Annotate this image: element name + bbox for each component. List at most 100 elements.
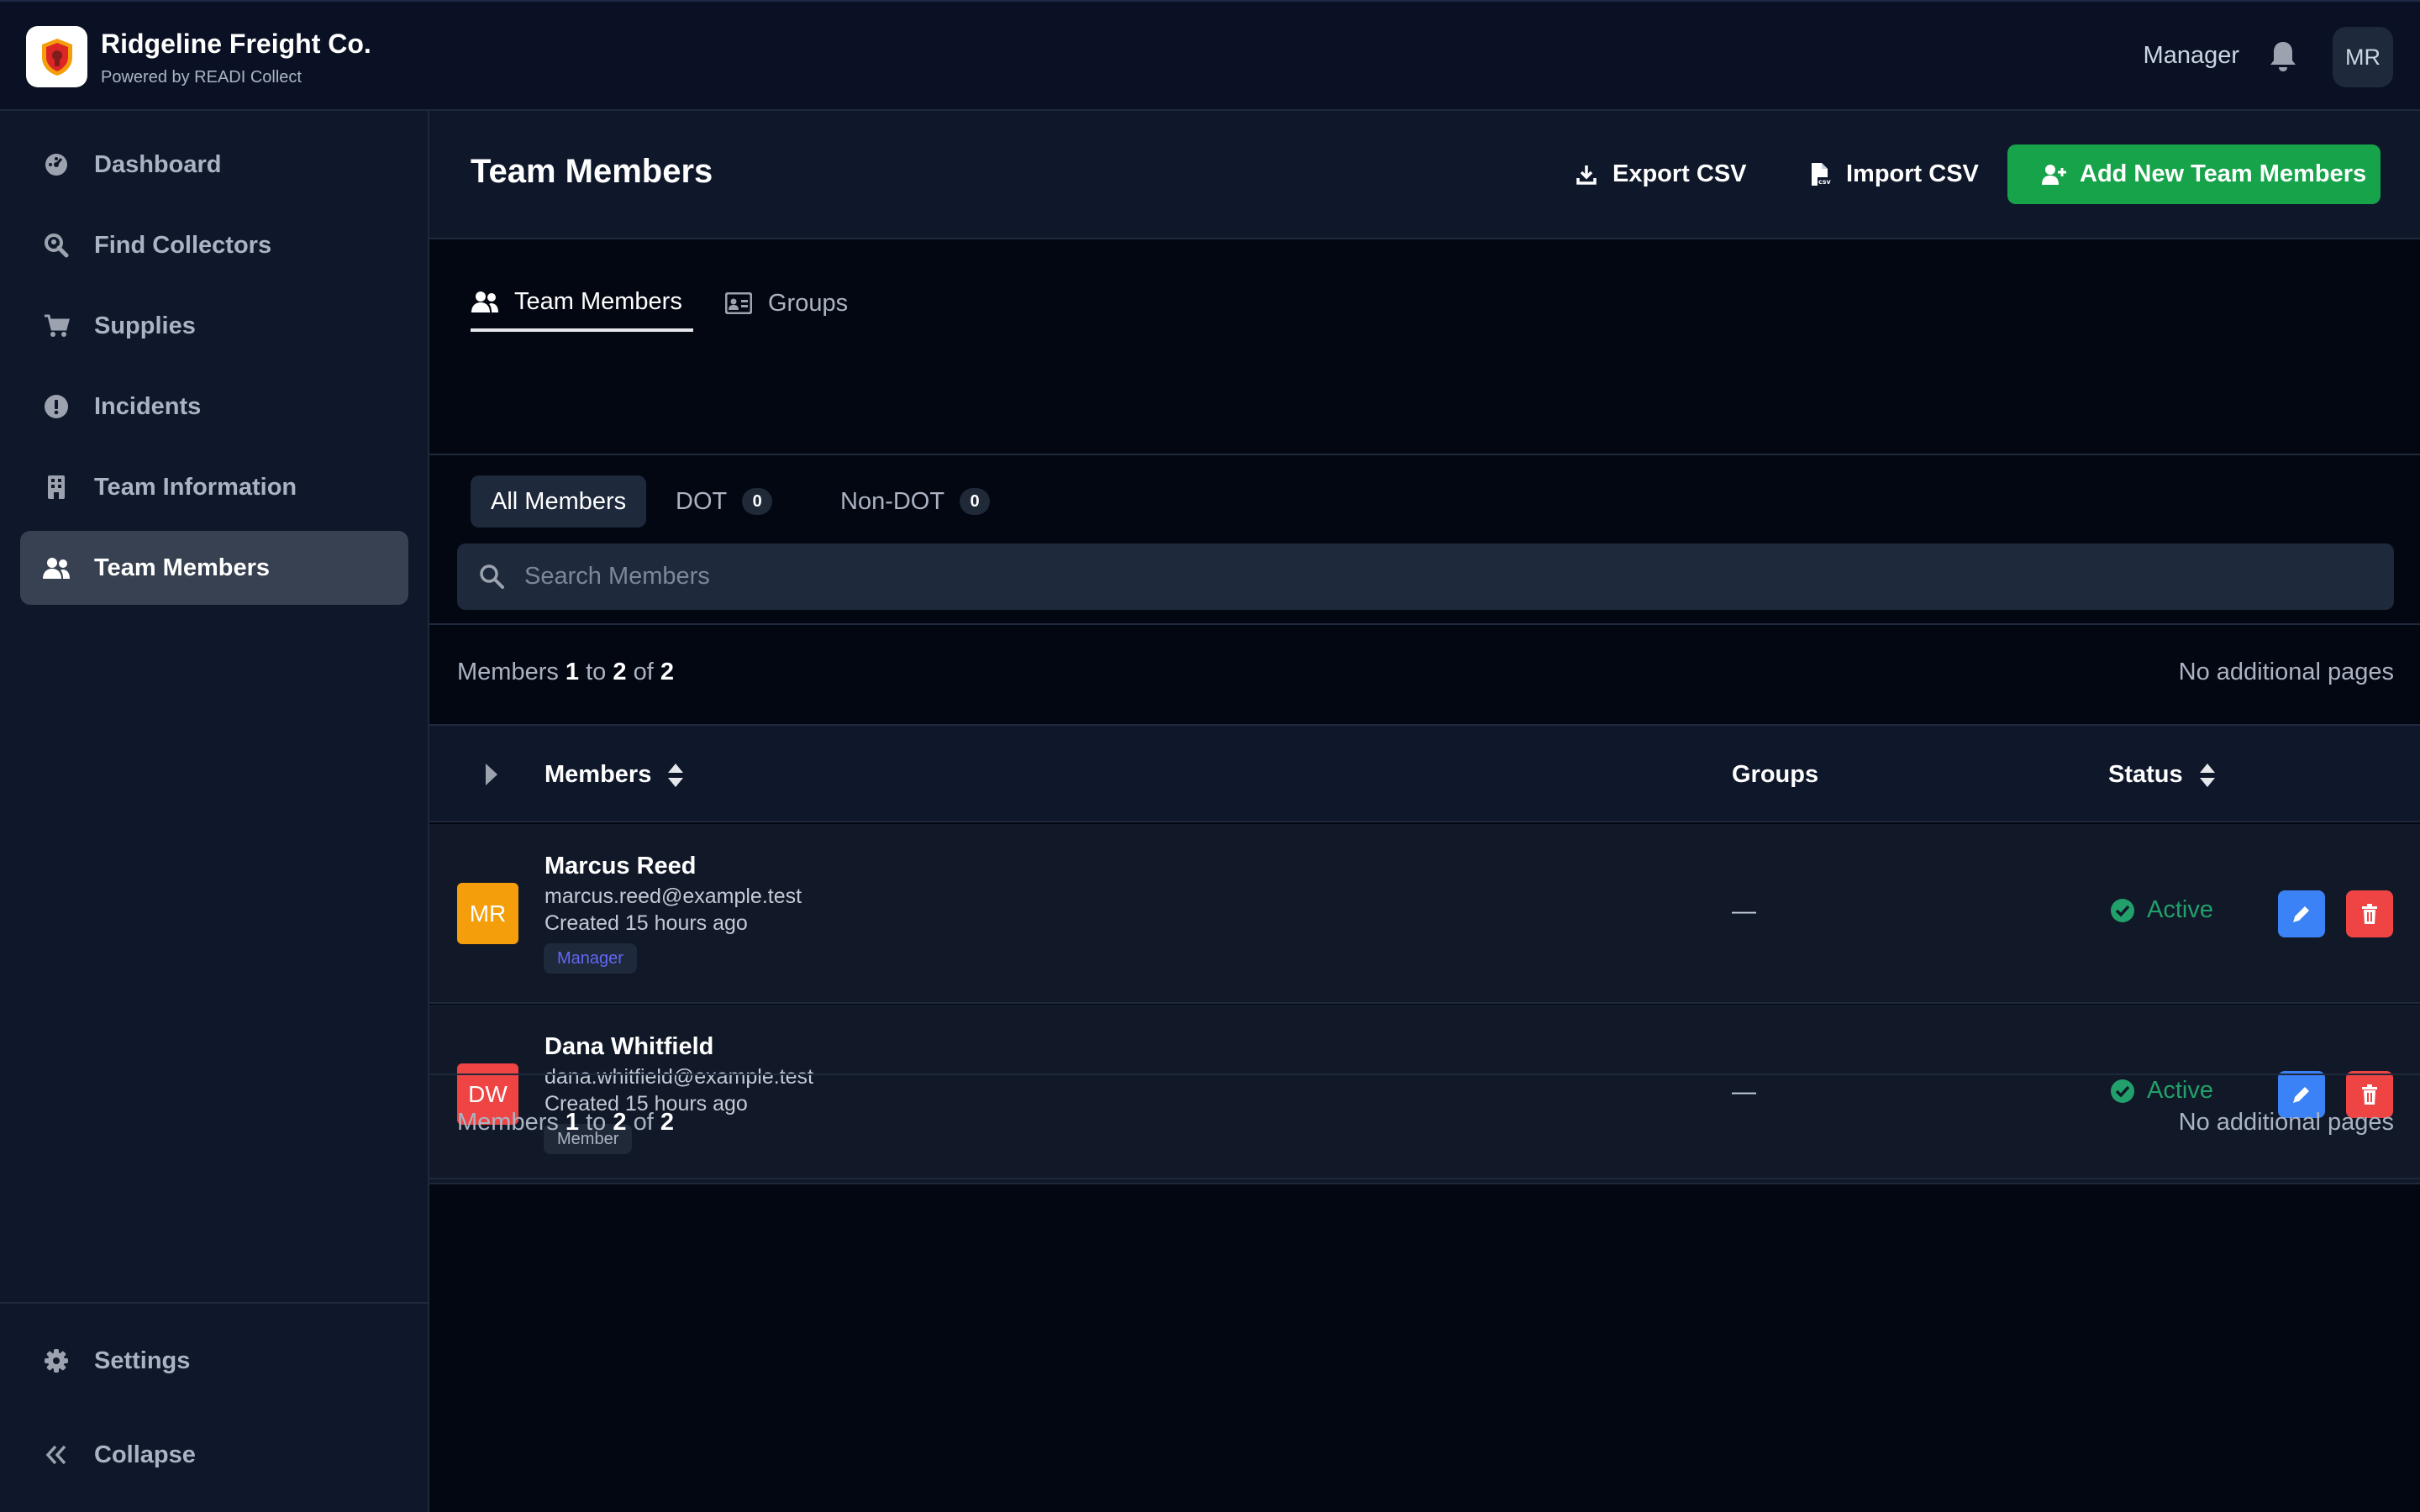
search-location-icon xyxy=(42,231,71,260)
member-name[interactable]: Marcus Reed xyxy=(544,853,697,880)
sidebar-item-incidents[interactable]: Incidents xyxy=(20,370,408,444)
filter-dot[interactable]: DOT 0 xyxy=(655,475,792,528)
pagination-to-word: to xyxy=(586,1109,607,1136)
count-badge: 0 xyxy=(960,488,991,515)
sidebar-collapse-button[interactable]: Collapse xyxy=(20,1418,408,1492)
filter-all-members[interactable]: All Members xyxy=(471,475,647,528)
double-chevron-left-icon xyxy=(42,1441,71,1469)
member-groups: — xyxy=(1732,898,1756,925)
sidebar: Dashboard Find Collectors Supplies Incid… xyxy=(0,111,429,1512)
filter-label: Non-DOT xyxy=(840,487,945,515)
sidebar-item-label: Settings xyxy=(94,1347,191,1374)
pagination-prefix: Members xyxy=(457,659,559,685)
pencil-icon xyxy=(2293,906,2309,922)
svg-text:csv: csv xyxy=(1818,178,1831,186)
filter-label: DOT xyxy=(676,487,728,515)
pagination-from: 1 xyxy=(565,1109,580,1136)
pagination-to: 2 xyxy=(613,1109,627,1136)
sidebar-item-find-collectors[interactable]: Find Collectors xyxy=(20,208,408,282)
search-icon xyxy=(479,564,504,589)
sidebar-item-label: Team Information xyxy=(94,473,297,501)
search-bar xyxy=(457,543,2394,610)
gear-icon xyxy=(42,1347,71,1375)
sidebar-item-settings[interactable]: Settings xyxy=(20,1324,408,1398)
table-row[interactable]: MR Marcus Reed marcus.reed@example.test … xyxy=(429,824,2420,1004)
sidebar-item-label: Find Collectors xyxy=(94,231,272,259)
sidebar-item-label: Dashboard xyxy=(94,150,222,178)
sort-icon xyxy=(2199,763,2215,787)
brand-subtitle: Powered by READI Collect xyxy=(101,68,302,87)
column-label: Status xyxy=(2108,761,2183,788)
id-card-icon xyxy=(724,289,753,318)
notifications-bell-icon[interactable] xyxy=(2266,39,2300,74)
pagination-pages-text: No additional pages xyxy=(2178,659,2394,685)
count-badge: 0 xyxy=(742,488,773,515)
sidebar-item-dashboard[interactable]: Dashboard xyxy=(20,128,408,202)
edit-button[interactable] xyxy=(2278,890,2325,937)
sort-icon xyxy=(668,763,684,787)
member-name[interactable]: Dana Whitfield xyxy=(544,1033,713,1061)
pagination-total: 2 xyxy=(660,659,674,685)
search-input[interactable] xyxy=(524,543,2373,610)
download-icon xyxy=(1574,162,1599,187)
pagination-text: Members 1 to 2 of 2 xyxy=(457,1109,674,1137)
sidebar-item-team-members[interactable]: Team Members xyxy=(20,531,408,605)
pagination-of-word: of xyxy=(633,659,654,685)
filter-non-dot[interactable]: Non-DOT 0 xyxy=(820,475,1010,528)
brand-logo[interactable] xyxy=(26,26,87,87)
sidebar-item-supplies[interactable]: Supplies xyxy=(20,289,408,363)
sidebar-item-label: Team Members xyxy=(94,554,270,581)
users-icon xyxy=(42,554,71,582)
user-plus-icon xyxy=(2041,162,2066,187)
pagination-to-word: to xyxy=(586,659,607,685)
import-csv-button[interactable]: csv Import CSV xyxy=(1797,144,1982,204)
tab-groups[interactable]: Groups xyxy=(724,275,859,332)
brand-name: Ridgeline Freight Co. xyxy=(101,29,371,59)
shield-logo-icon xyxy=(41,38,72,76)
pagination-summary-top: Members 1 to 2 of 2 No additional pages xyxy=(429,623,2420,726)
building-icon xyxy=(42,473,71,501)
check-circle-icon xyxy=(2111,898,2134,922)
cart-icon xyxy=(42,312,71,340)
add-team-members-label: Add New Team Members xyxy=(2080,160,2367,187)
member-email: marcus.reed@example.test xyxy=(544,885,802,908)
table-header: Members Groups Status xyxy=(429,726,2420,822)
pagination-of-word: of xyxy=(633,1109,654,1136)
sidebar-item-label: Supplies xyxy=(94,312,196,339)
column-label: Groups xyxy=(1732,761,1819,788)
column-header-status[interactable]: Status xyxy=(2108,761,2217,789)
export-csv-button[interactable]: Export CSV xyxy=(1564,144,1749,204)
tabs-divider xyxy=(429,454,2420,455)
member-created: Created 15 hours ago xyxy=(544,911,748,935)
export-csv-label: Export CSV xyxy=(1612,160,1747,187)
status-label: Active xyxy=(2147,896,2213,923)
page-title: Team Members xyxy=(471,153,713,190)
dashboard-icon xyxy=(42,150,71,179)
pagination-prefix: Members xyxy=(457,1109,559,1136)
sidebar-item-label: Incidents xyxy=(94,392,202,420)
filter-label: All Members xyxy=(491,487,627,515)
delete-button[interactable] xyxy=(2346,890,2393,937)
column-label: Members xyxy=(544,761,652,788)
pagination-summary-bottom: Members 1 to 2 of 2 No additional pages xyxy=(429,1074,2420,1179)
pagination-total: 2 xyxy=(660,1109,674,1136)
tab-label: Team Members xyxy=(514,287,682,315)
pagination-to: 2 xyxy=(613,659,627,685)
pagination-pages-text: No additional pages xyxy=(2178,1109,2394,1136)
sidebar-item-team-information[interactable]: Team Information xyxy=(20,450,408,524)
sidebar-divider xyxy=(0,1302,428,1304)
add-team-members-button[interactable]: Add New Team Members xyxy=(2007,144,2381,204)
tab-team-members[interactable]: Team Members xyxy=(471,275,693,332)
expand-all-toggle[interactable] xyxy=(481,759,502,790)
user-avatar[interactable]: MR xyxy=(2333,27,2393,87)
users-icon xyxy=(471,287,499,316)
trash-icon xyxy=(2362,904,2377,924)
pagination-text: Members 1 to 2 of 2 xyxy=(457,659,674,686)
page-header: Team Members Export CSV csv Import CSV A… xyxy=(429,111,2420,239)
csv-file-icon: csv xyxy=(1807,162,1833,187)
column-header-members[interactable]: Members xyxy=(544,761,685,789)
tab-label: Groups xyxy=(768,289,849,317)
top-bar: Ridgeline Freight Co. Powered by READI C… xyxy=(0,0,2420,111)
status-badge: Active xyxy=(2110,896,2213,924)
tabs-bar: Team Members Groups xyxy=(429,241,2420,456)
